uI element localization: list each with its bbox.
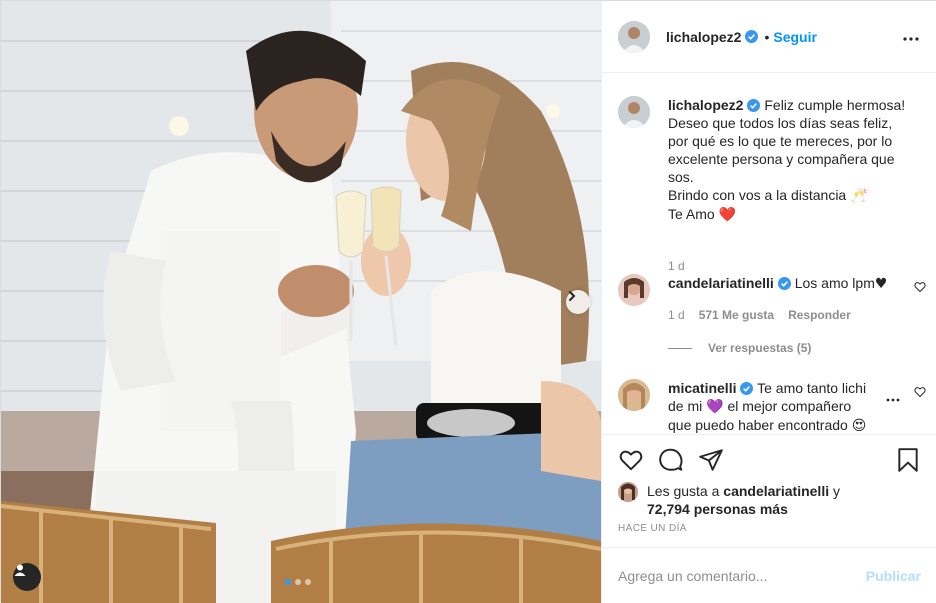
share-icon[interactable] [698, 447, 724, 473]
avatar-image [618, 379, 650, 411]
post-header: lichalopez2 • Seguir [602, 1, 936, 73]
caption-line: Feliz cumple hermosa! [764, 97, 906, 113]
commenter-avatar[interactable] [618, 379, 650, 411]
liker-username[interactable]: candelariatinelli [723, 483, 829, 499]
add-comment-bar: Publicar [602, 547, 936, 603]
liker-avatar [618, 482, 638, 502]
comment-icon[interactable] [658, 447, 684, 473]
commenter-avatar[interactable] [618, 274, 650, 306]
comment-text: micatinelli Te amo tanto lichi de mi 💜 e… [668, 379, 908, 434]
like-comment-button[interactable] [914, 385, 926, 401]
more-options-icon [886, 398, 900, 402]
caption-time[interactable]: 1 d [668, 259, 685, 273]
carousel-indicator [285, 579, 311, 585]
caption-author-avatar[interactable] [618, 96, 650, 128]
caption-line: Deseo que todos los días seas feliz, [668, 115, 893, 131]
comment-text: candelariatinelli Los amo lpm♥ [668, 274, 908, 293]
caption-line: Te Amo [668, 206, 715, 222]
comment-body: Los amo lpm [794, 275, 875, 291]
heart-icon [914, 282, 926, 293]
user-tags-button[interactable] [13, 563, 41, 591]
comment-author[interactable]: micatinelli [668, 380, 736, 396]
post-timestamp[interactable]: HACE UN DÍA [618, 523, 687, 534]
publish-button[interactable]: Publicar [866, 568, 921, 584]
view-replies-button[interactable]: Ver respuestas (5) [668, 341, 811, 355]
heart-emoji: ♥ [874, 276, 888, 292]
comment-input[interactable] [618, 567, 866, 584]
comment-item: micatinelli Te amo tanto lichi de mi 💜 e… [618, 379, 926, 434]
likes-prefix: Les gusta a [647, 483, 720, 499]
post-side-panel: lichalopez2 • Seguir lichalopez2 Feliz c… [601, 1, 936, 603]
comment-author[interactable]: candelariatinelli [668, 275, 774, 291]
more-options-button[interactable] [903, 28, 919, 44]
heart-icon [914, 387, 926, 398]
post-photo[interactable] [1, 1, 601, 603]
post-caption: lichalopez2 Feliz cumple hermosa! Deseo … [618, 96, 918, 273]
heart-icon[interactable] [618, 447, 644, 473]
caption-line: por qué es lo que te mereces, por lo [668, 133, 893, 149]
more-options-icon [903, 37, 919, 41]
author-avatar[interactable] [618, 20, 650, 53]
bookmark-icon[interactable] [895, 447, 921, 473]
replies-divider [668, 347, 692, 349]
chevron-right-icon [569, 291, 576, 301]
verified-badge-icon [745, 30, 759, 43]
comment-likes[interactable]: 571 Me gusta [699, 308, 774, 322]
verified-badge-icon [777, 277, 791, 290]
reply-button[interactable]: Responder [788, 308, 851, 322]
caption-text: lichalopez2 Feliz cumple hermosa! Deseo … [668, 96, 908, 224]
comment-more-button[interactable] [886, 389, 900, 405]
heart-eyes-emoji: 😍 [851, 418, 867, 434]
caption-author[interactable]: lichalopez2 [668, 97, 743, 113]
comment-body: Te amo tanto lichi [757, 380, 867, 396]
post-modal: lichalopez2 • Seguir lichalopez2 Feliz c… [0, 0, 936, 603]
comment-meta: 1 d 571 Me gusta Responder [668, 308, 851, 322]
caption-meta: 1 d [668, 259, 685, 273]
avatar-image [618, 274, 650, 306]
comment-time[interactable]: 1 d [668, 308, 685, 322]
caption-line: Brindo con vos a la distancia [668, 187, 847, 203]
likes-conj: y [833, 483, 840, 499]
carousel-dot-active [285, 579, 291, 585]
comments-list[interactable]: lichalopez2 Feliz cumple hermosa! Deseo … [602, 74, 936, 434]
carousel-next-button[interactable] [566, 290, 590, 314]
photo-illustration [1, 1, 601, 603]
comment-body: que puedo haber encontrado [668, 417, 848, 433]
caption-line: excelente persona y compañera que [668, 151, 895, 167]
heart-emoji: ❤️ [718, 207, 737, 223]
comment-body: el mejor compañero [727, 398, 852, 414]
likes-count[interactable]: 72,794 personas más [647, 501, 788, 517]
user-tag-icon [14, 564, 26, 576]
avatar-image [618, 20, 650, 53]
comment-item: candelariatinelli Los amo lpm♥ 1 d 571 M… [618, 274, 926, 334]
author-username[interactable]: lichalopez2 [666, 29, 741, 45]
view-replies-label: Ver respuestas (5) [708, 341, 812, 355]
carousel-dot [305, 579, 311, 585]
follow-button[interactable]: Seguir [773, 29, 817, 45]
like-comment-button[interactable] [914, 280, 926, 296]
header-separator: • [764, 28, 770, 45]
comment-body: de mi [668, 398, 703, 414]
verified-badge-icon [740, 382, 754, 395]
purple-heart-emoji: 💜 [706, 399, 724, 415]
avatar-image [618, 96, 650, 128]
carousel-dot [295, 579, 301, 585]
cheers-emoji: 🥂 [850, 188, 868, 204]
verified-badge-icon [747, 99, 761, 112]
caption-line: sos. [668, 169, 694, 185]
